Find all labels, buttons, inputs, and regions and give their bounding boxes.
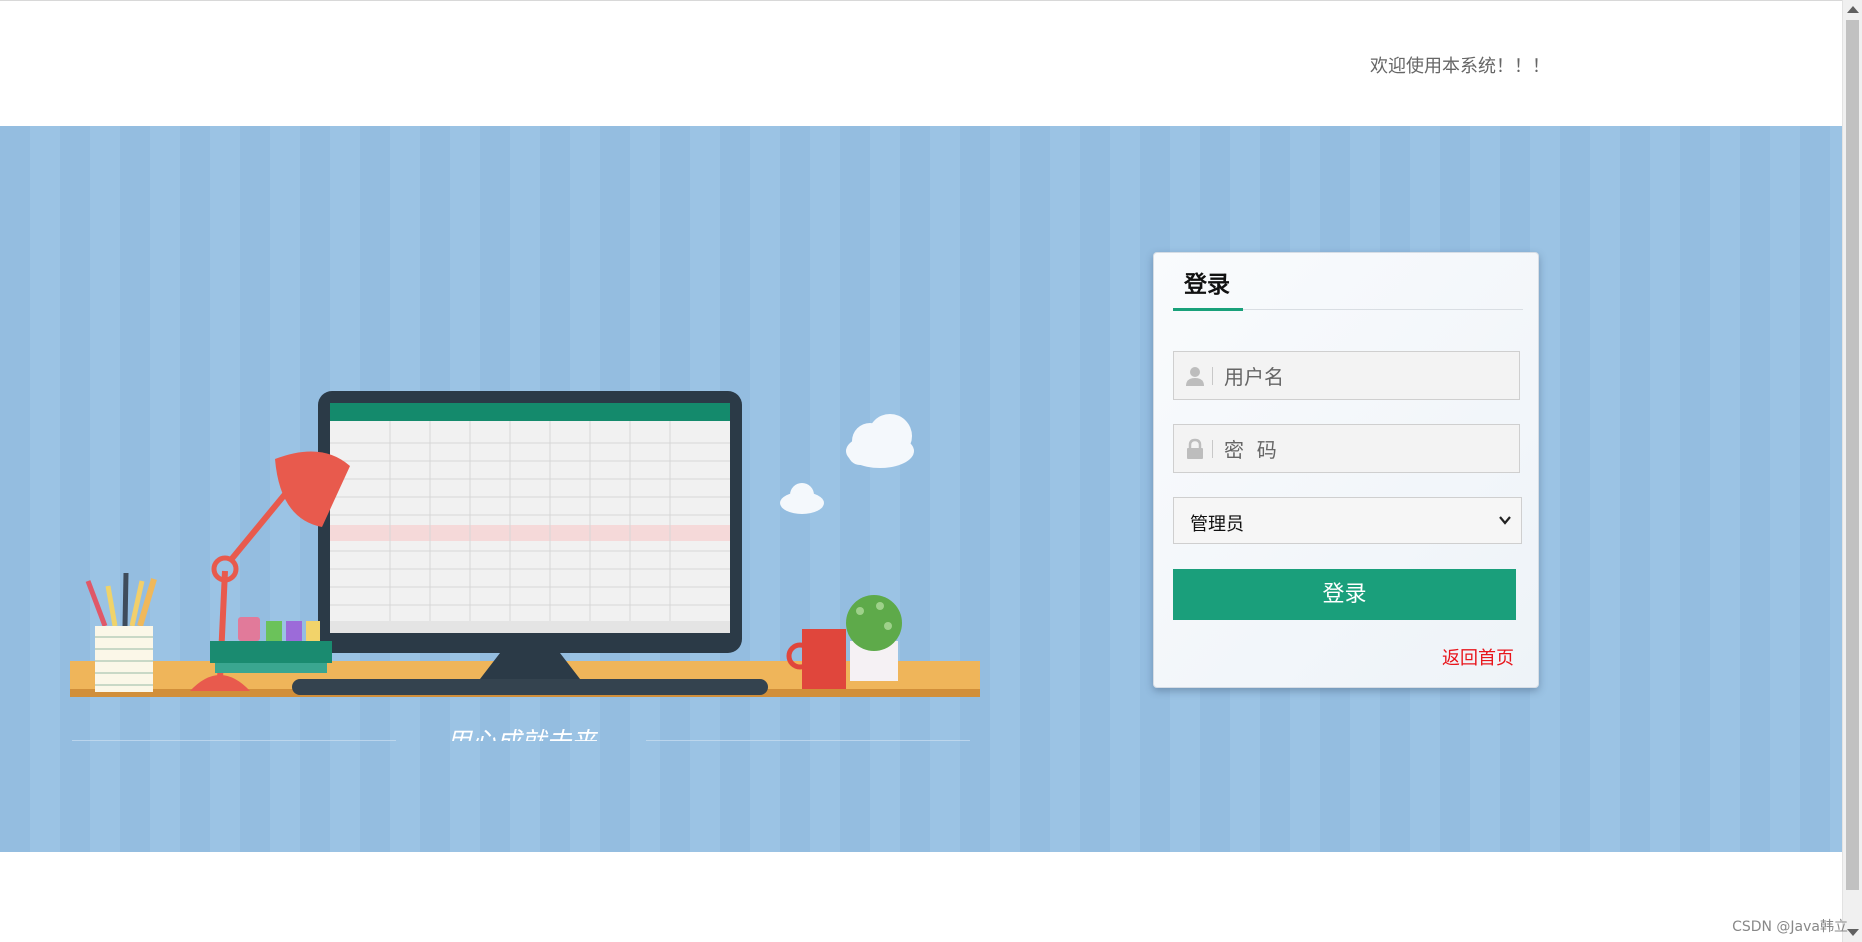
role-selected-value: 管理员: [1190, 514, 1244, 535]
tab-active-indicator: [1173, 308, 1243, 311]
login-banner: 用心成就未来 登录 管理员 登录: [0, 126, 1842, 852]
back-to-home-link[interactable]: 返回首页: [1442, 644, 1514, 670]
password-input[interactable]: [1222, 425, 1516, 474]
book-stack: [210, 641, 332, 663]
watermark-text: CSDN @Java韩立: [1732, 919, 1848, 935]
screen-header: [330, 403, 730, 421]
monitor-stand: [480, 653, 580, 679]
chevron-down-icon: [1499, 516, 1511, 525]
username-input[interactable]: [1222, 352, 1516, 401]
welcome-text: 欢迎使用本系统！！！: [1370, 56, 1550, 77]
cloud-small-icon: [780, 483, 824, 514]
password-field[interactable]: [1173, 424, 1520, 474]
role-select[interactable]: 管理员: [1173, 497, 1522, 544]
vertical-scrollbar[interactable]: [1842, 0, 1862, 942]
screen-footer: [330, 621, 730, 633]
plant: [846, 595, 902, 651]
slogan-text: 用心成就未来: [446, 727, 599, 741]
username-field[interactable]: [1173, 351, 1520, 401]
lock-icon: [1187, 438, 1203, 459]
field-separator: [1212, 440, 1213, 458]
login-panel: 登录 管理员 登录 返回首页: [1153, 252, 1539, 688]
keyboard: [292, 679, 768, 695]
tab-login[interactable]: 登录: [1184, 265, 1230, 299]
scroll-down-arrow-icon[interactable]: [1847, 929, 1859, 936]
pencil-cup: [85, 572, 157, 692]
login-button[interactable]: 登录: [1173, 569, 1516, 620]
cloud-icon: [846, 414, 914, 468]
scrollbar-thumb[interactable]: [1846, 20, 1859, 890]
field-separator: [1212, 367, 1213, 385]
desk-illustration: 用心成就未来: [70, 391, 980, 741]
user-icon: [1186, 367, 1204, 386]
scroll-up-arrow-icon[interactable]: [1847, 6, 1859, 13]
page-header: 欢迎使用本系统！！！: [0, 1, 1842, 126]
